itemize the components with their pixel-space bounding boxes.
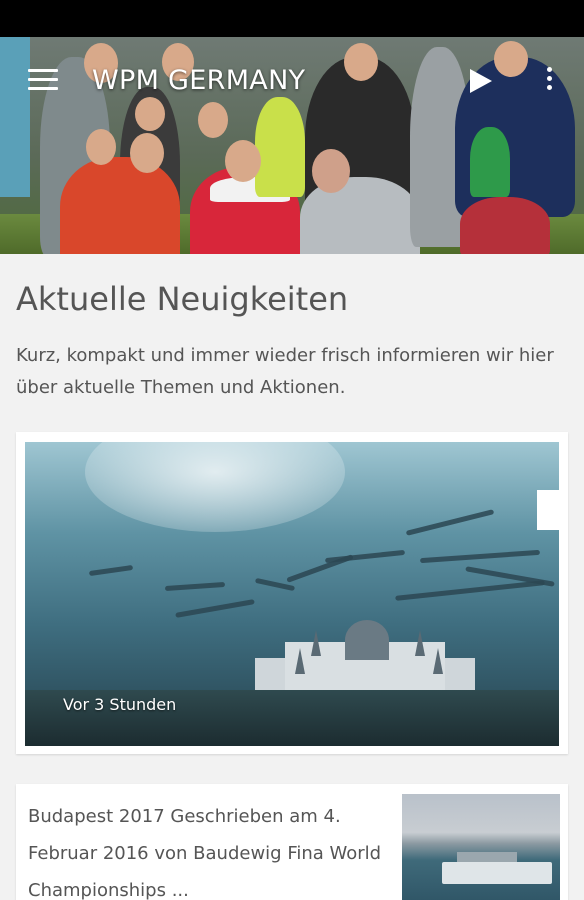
sponsor-logo (537, 490, 559, 530)
news-card-featured[interactable]: Vor 3 Stunden (16, 432, 568, 754)
app-bar: WPM GERMANY (0, 37, 584, 123)
news-card-text: Budapest 2017 Geschrieben am 4. Februar … (28, 806, 382, 900)
news-card-thumbnail (402, 794, 560, 900)
app-title: WPM GERMANY (92, 65, 306, 96)
news-card-image: Vor 3 Stunden (25, 442, 559, 746)
play-icon[interactable] (470, 69, 492, 93)
section-title: Aktuelle Neuigkeiten (16, 280, 349, 318)
more-vert-icon[interactable] (544, 67, 554, 93)
news-card[interactable]: Budapest 2017 Geschrieben am 4. Februar … (16, 784, 568, 900)
section-description: Kurz, kompakt und immer wieder frisch in… (16, 345, 554, 398)
status-bar (0, 0, 584, 37)
news-card-time: Vor 3 Stunden (63, 695, 177, 714)
menu-icon[interactable] (28, 69, 58, 91)
